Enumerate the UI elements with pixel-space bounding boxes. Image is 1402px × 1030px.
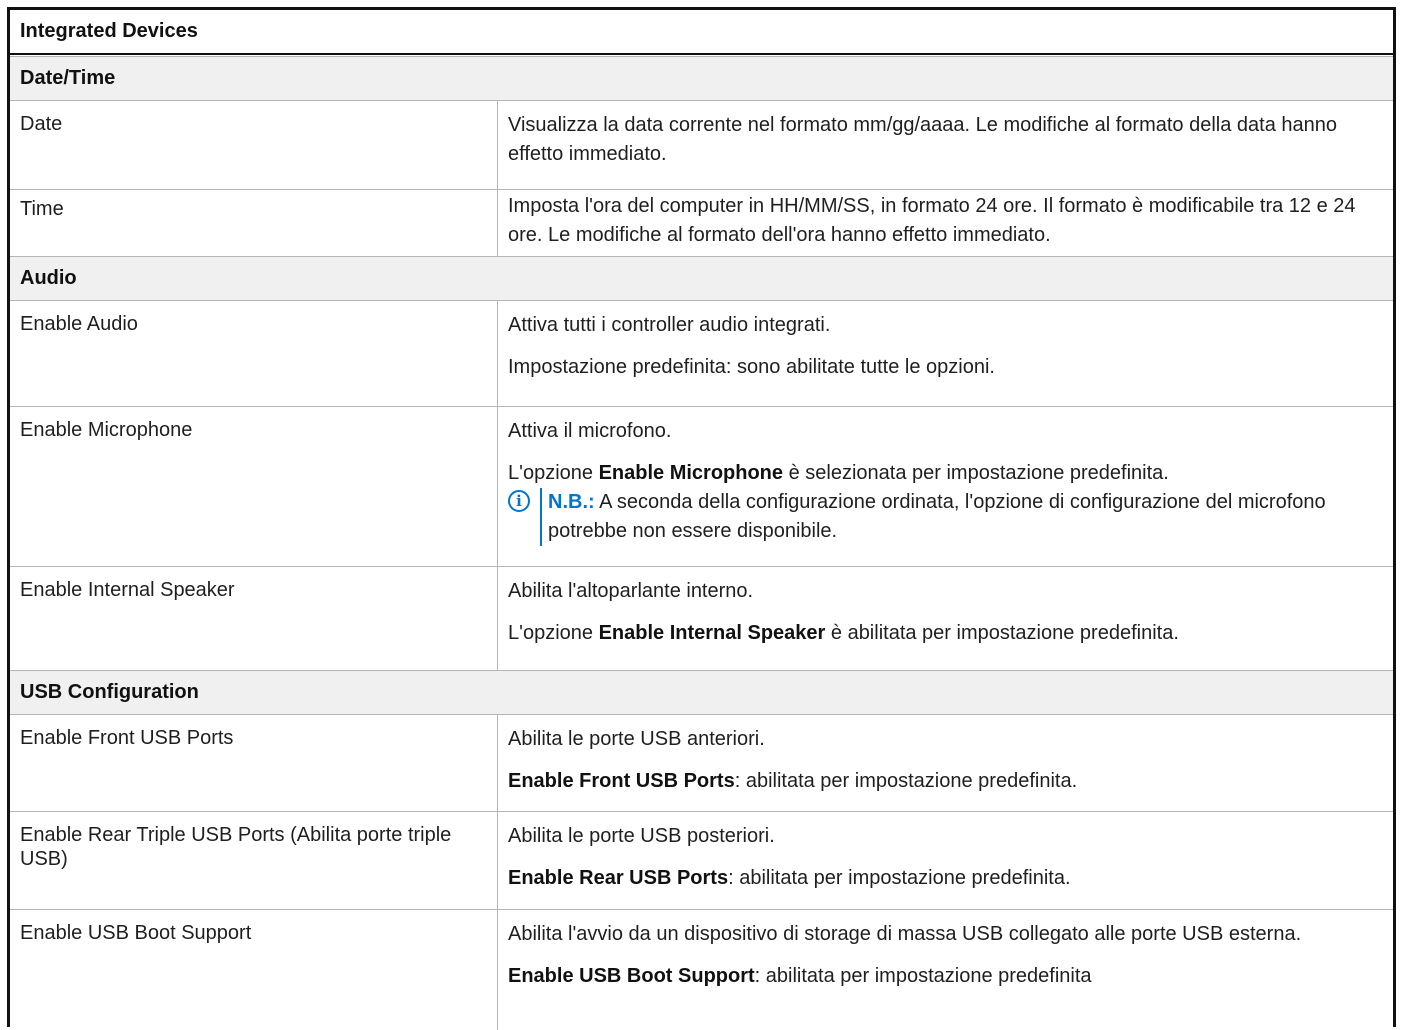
info-icon: i bbox=[508, 490, 530, 512]
setting-row-enable-audio: Enable Audio Attiva tutti i controller a… bbox=[10, 300, 1393, 406]
setting-label: Enable Internal Speaker bbox=[20, 579, 235, 601]
setting-description: Abilita le porte USB anteriori. bbox=[508, 728, 765, 750]
default-option-name: Enable Rear USB Ports bbox=[508, 867, 729, 889]
setting-description: Imposta l'ora del computer in HH/MM/SS, … bbox=[508, 195, 1356, 246]
setting-label: Enable USB Boot Support bbox=[20, 922, 252, 944]
setting-description: Abilita le porte USB posteriori. bbox=[508, 825, 775, 847]
setting-row-rear-usb-ports: Enable Rear Triple USB Ports (Abilita po… bbox=[10, 811, 1393, 909]
table-title-row: Integrated Devices bbox=[10, 10, 1393, 55]
default-option-name: Enable USB Boot Support bbox=[508, 965, 755, 987]
section-title: Date/Time bbox=[20, 67, 116, 89]
setting-row-front-usb-ports: Enable Front USB Ports Abilita le porte … bbox=[10, 714, 1393, 811]
setting-description: Attiva tutti i controller audio integrat… bbox=[508, 314, 831, 336]
setting-row-time: Time Imposta l'ora del computer in HH/MM… bbox=[10, 189, 1393, 256]
setting-description: Abilita l'avvio da un dispositivo di sto… bbox=[508, 923, 1302, 945]
section-header-audio: Audio bbox=[10, 256, 1393, 300]
setting-default: Enable Rear USB Ports: abilitata per imp… bbox=[508, 867, 1071, 889]
setting-default: L'opzione Enable Microphone è selezionat… bbox=[508, 462, 1169, 484]
setting-label: Time bbox=[20, 198, 64, 220]
section-header-datetime: Date/Time bbox=[10, 56, 1393, 100]
setting-default: Impostazione predefinita: sono abilitate… bbox=[508, 356, 995, 378]
section-title: USB Configuration bbox=[20, 681, 199, 703]
setting-row-enable-microphone: Enable Microphone Attiva il microfono. L… bbox=[10, 406, 1393, 566]
setting-description: Abilita l'altoparlante interno. bbox=[508, 580, 754, 602]
setting-label: Enable Microphone bbox=[20, 419, 193, 441]
note-divider bbox=[540, 488, 542, 546]
default-option-name: Enable Front USB Ports bbox=[508, 770, 735, 792]
setting-label: Date bbox=[20, 113, 63, 135]
setting-description: Visualizza la data corrente nel formato … bbox=[508, 114, 1338, 165]
setting-row-enable-internal-speaker: Enable Internal Speaker Abilita l'altopa… bbox=[10, 566, 1393, 670]
setting-default: L'opzione Enable Internal Speaker è abil… bbox=[508, 622, 1179, 644]
setting-row-date: Date Visualizza la data corrente nel for… bbox=[10, 100, 1393, 189]
integrated-devices-table: Integrated Devices Date/Time Date Visual… bbox=[7, 7, 1396, 1030]
note-label: N.B.: bbox=[548, 491, 595, 513]
setting-row-usb-boot-support: Enable USB Boot Support Abilita l'avvio … bbox=[10, 909, 1393, 1030]
setting-default: Enable Front USB Ports: abilitata per im… bbox=[508, 770, 1078, 792]
setting-label: Enable Audio bbox=[20, 313, 138, 335]
default-option-name: Enable Microphone bbox=[598, 462, 784, 484]
setting-label: Enable Front USB Ports bbox=[20, 727, 234, 749]
setting-label: Enable Rear Triple USB Ports (Abilita po… bbox=[20, 824, 452, 870]
note-box: i N.B.: A seconda della configurazione o… bbox=[508, 488, 1381, 546]
setting-default: Enable USB Boot Support: abilitata per i… bbox=[508, 965, 1092, 987]
note-text: A seconda della configurazione ordinata,… bbox=[548, 491, 1326, 542]
setting-description: Attiva il microfono. bbox=[508, 420, 672, 442]
default-option-name: Enable Internal Speaker bbox=[598, 622, 826, 644]
section-header-usb: USB Configuration bbox=[10, 670, 1393, 714]
section-title: Audio bbox=[20, 267, 77, 289]
table-title: Integrated Devices bbox=[20, 20, 198, 42]
